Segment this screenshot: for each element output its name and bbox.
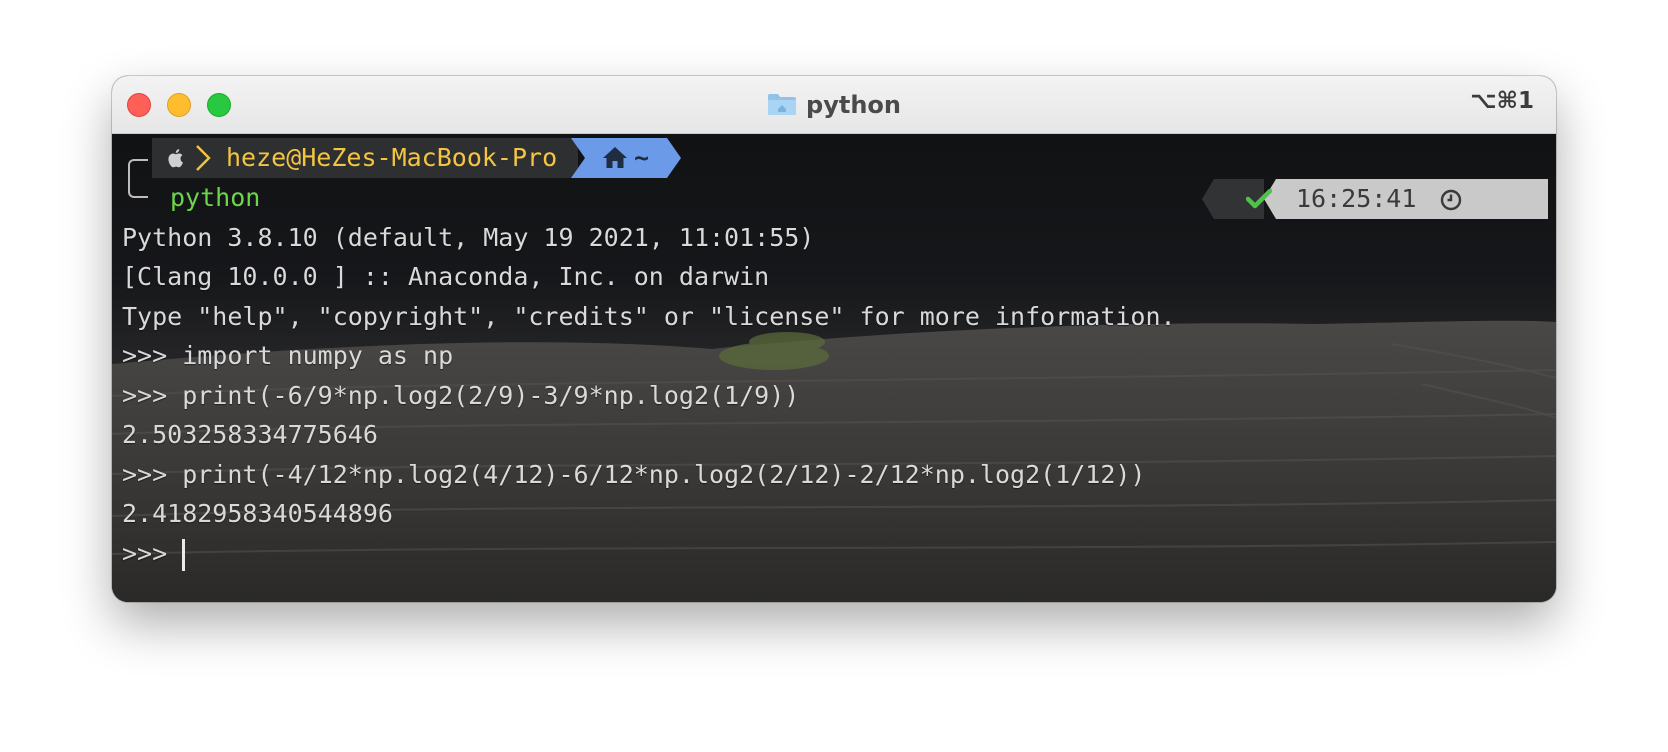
text-cursor (182, 539, 185, 571)
prompt-userhost: heze@HeZes-MacBook-Pro (226, 143, 558, 172)
prompt-host-segment: heze@HeZes-MacBook-Pro (152, 138, 578, 178)
tab-shortcut-label: ⌥⌘1 (1470, 88, 1534, 114)
window-title-area: python (112, 76, 1556, 133)
terminal-line: Python 3.8.10 (default, May 19 2021, 11:… (122, 223, 815, 252)
prompt-bracket (128, 159, 148, 198)
terminal-line: >>> print(-4/12*np.log2(4/12)-6/12*np.lo… (122, 460, 1146, 489)
home-icon (603, 147, 627, 168)
window-title: python (806, 90, 901, 119)
terminal-window: python ⌥⌘1 heze@HeZes-MacBook-Pro ~ pyth… (112, 76, 1556, 602)
terminal-content[interactable]: heze@HeZes-MacBook-Pro ~ python 16:25:41… (112, 134, 1556, 602)
terminal-line: >>> print(-6/9*np.log2(2/9)-3/9*np.log2(… (122, 381, 800, 410)
check-icon (1246, 189, 1272, 209)
apple-icon (168, 149, 183, 168)
terminal-line: >>> import numpy as np (122, 341, 454, 370)
folder-icon (768, 93, 797, 115)
prompt-time: 16:25:41 (1296, 184, 1417, 213)
title-bar[interactable]: python ⌥⌘1 (112, 76, 1556, 134)
chevron-right-icon (196, 145, 211, 171)
terminal-line: Type "help", "copyright", "credits" or "… (122, 302, 1176, 331)
terminal-line: [Clang 10.0.0 ] :: Anaconda, Inc. on dar… (122, 262, 770, 291)
terminal-line: 2.4182958340544896 (122, 499, 393, 528)
clock-icon (1440, 189, 1462, 211)
prompt-directory: ~ (634, 143, 650, 172)
terminal-line: 2.503258334775646 (122, 420, 378, 449)
terminal-input-line[interactable]: >>> (122, 534, 182, 574)
prompt-command: python (170, 183, 261, 212)
